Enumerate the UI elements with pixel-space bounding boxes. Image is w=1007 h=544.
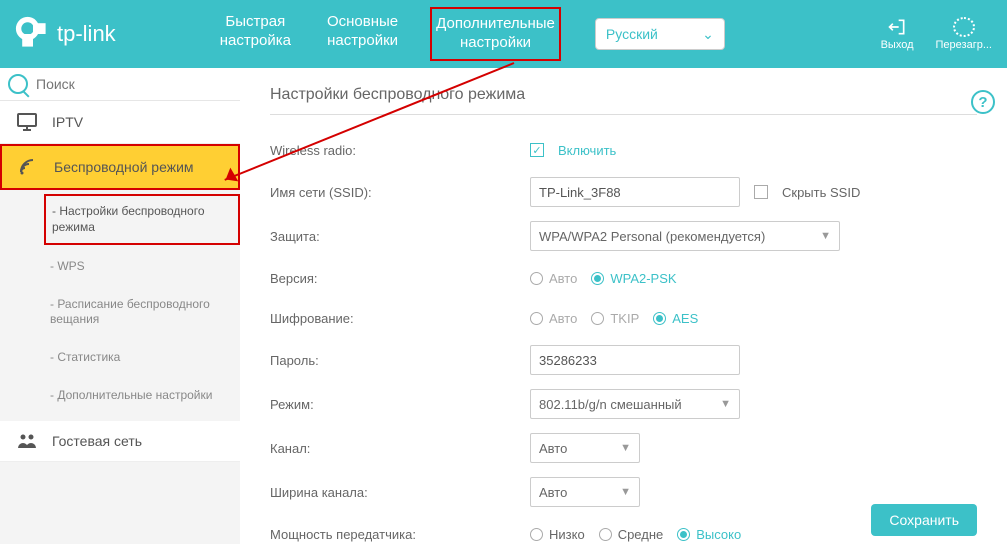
hide-ssid-label: Скрыть SSID [782,185,860,200]
logout-button[interactable]: Выход [881,17,914,51]
radio-txpower-high[interactable]: Высоко [677,527,741,542]
tplink-logo-icon [15,16,51,52]
label-ssid: Имя сети (SSID): [270,185,530,200]
page-title: Настройки беспроводного режима [270,86,977,115]
label-txpower: Мощность передатчика: [270,527,530,542]
wifi-icon [16,158,42,176]
sub-item-schedule[interactable]: - Расписание беспроводного вещания [44,289,240,336]
password-input[interactable] [530,345,740,375]
radio-txpower-mid[interactable]: Средне [599,527,664,542]
ssid-input[interactable] [530,177,740,207]
security-select[interactable]: WPA/WPA2 Personal (рекомендуется) ▼ [530,221,840,251]
label-encryption: Шифрование: [270,311,530,326]
label-channel: Канал: [270,441,530,456]
label-version: Версия: [270,271,530,286]
radio-enc-auto[interactable]: Авто [530,311,577,326]
sub-item-advanced[interactable]: - Дополнительные настройки [44,380,240,412]
chevron-down-icon: ⌄ [702,26,714,43]
radio-enc-tkip[interactable]: TKIP [591,311,639,326]
search-box[interactable] [0,68,240,101]
sidebar-item-wireless[interactable]: Беспроводной режим [0,144,240,190]
sidebar-label-iptv: IPTV [52,114,83,130]
sidebar: IPTV Беспроводной режим - Настройки бесп… [0,68,240,544]
reboot-icon [953,17,975,37]
sidebar-item-guest[interactable]: Гостевая сеть [0,421,240,462]
save-button[interactable]: Сохранить [871,504,977,536]
sidebar-label-guest: Гостевая сеть [52,433,142,449]
width-select[interactable]: Авто ▼ [530,477,640,507]
brand-text: tp-link [57,21,116,47]
sidebar-item-iptv[interactable]: IPTV [0,101,240,144]
guests-icon [14,433,40,449]
search-input[interactable] [36,76,232,92]
help-icon[interactable]: ? [971,90,995,114]
enable-label: Включить [558,143,616,158]
sub-item-wireless-settings[interactable]: - Настройки беспроводного режима [44,194,240,245]
label-security: Защита: [270,229,530,244]
reboot-button[interactable]: Перезагр... [936,17,992,51]
label-width: Ширина канала: [270,485,530,500]
sub-item-wps[interactable]: - WPS [44,251,240,283]
monitor-icon [14,113,40,131]
sidebar-label-wireless: Беспроводной режим [54,159,194,175]
chevron-down-icon: ▼ [620,486,631,498]
language-selector[interactable]: Русский ⌄ [595,18,725,50]
search-icon [8,74,28,94]
chevron-down-icon: ▼ [820,230,831,242]
radio-enc-aes[interactable]: AES [653,311,698,326]
label-mode: Режим: [270,397,530,412]
checkbox-enable-radio[interactable]: ✓ [530,143,544,157]
channel-select[interactable]: Авто ▼ [530,433,640,463]
mode-select[interactable]: 802.11b/g/n смешанный ▼ [530,389,740,419]
nav-basic[interactable]: Основныенастройки [323,7,402,61]
checkbox-hide-ssid[interactable] [754,185,768,199]
logout-icon [886,17,908,37]
chevron-down-icon: ▼ [720,398,731,410]
chevron-down-icon: ▼ [620,442,631,454]
label-password: Пароль: [270,353,530,368]
brand-logo: tp-link [15,16,116,52]
radio-version-auto[interactable]: Авто [530,271,577,286]
nav-advanced[interactable]: Дополнительныенастройки [430,7,561,61]
sub-item-statistics[interactable]: - Статистика [44,342,240,374]
radio-txpower-low[interactable]: Низко [530,527,585,542]
nav-quick-setup[interactable]: Быстраянастройка [216,7,295,61]
radio-version-wpa2psk[interactable]: WPA2-PSK [591,271,676,286]
